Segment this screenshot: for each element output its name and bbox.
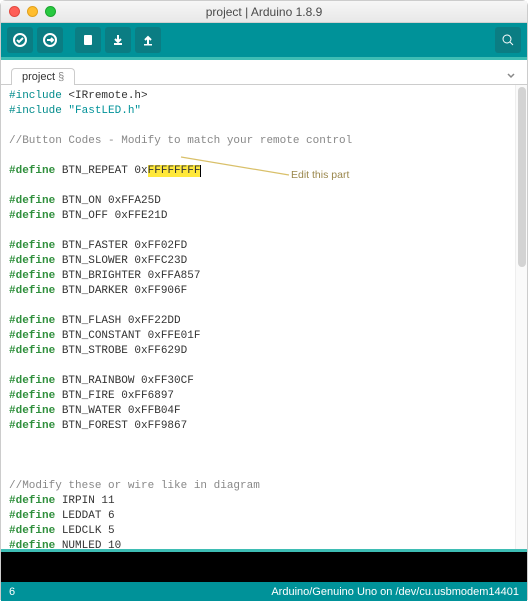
output-console[interactable] — [1, 549, 527, 582]
code-editor[interactable]: #include <IRremote.h> #include "FastLED.… — [1, 85, 527, 549]
highlighted-hex: FFFFFFFF — [148, 165, 202, 177]
open-button[interactable] — [105, 27, 131, 53]
tab-bar: project § — [1, 60, 527, 85]
new-button[interactable] — [75, 27, 101, 53]
upload-button[interactable] — [37, 27, 63, 53]
tab-label: project — [22, 71, 55, 83]
serial-monitor-button[interactable] — [495, 27, 521, 53]
toolbar — [1, 23, 527, 57]
window-titlebar: project | Arduino 1.8.9 — [1, 1, 527, 23]
code-content: #include <IRremote.h> #include "FastLED.… — [1, 85, 515, 549]
scrollbar-thumb[interactable] — [518, 87, 526, 267]
verify-button[interactable] — [7, 27, 33, 53]
tab-modified-marker: § — [58, 71, 64, 83]
tab-project[interactable]: project § — [11, 68, 75, 85]
window-title: project | Arduino 1.8.9 — [1, 5, 527, 19]
status-line-number: 6 — [9, 586, 15, 598]
vertical-scrollbar[interactable] — [515, 85, 527, 549]
tab-menu-button[interactable] — [501, 66, 521, 84]
status-board-port: Arduino/Genuino Uno on /dev/cu.usbmodem1… — [271, 586, 519, 598]
status-bar: 6 Arduino/Genuino Uno on /dev/cu.usbmode… — [1, 582, 527, 601]
save-button[interactable] — [135, 27, 161, 53]
